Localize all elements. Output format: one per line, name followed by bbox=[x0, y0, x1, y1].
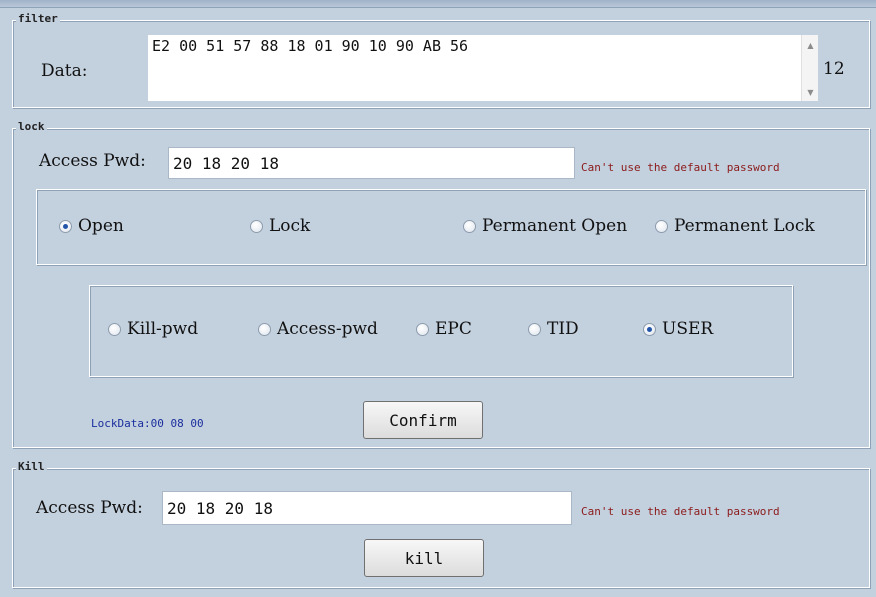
radio-access-pwd-label: Access-pwd bbox=[277, 319, 378, 339]
radio-kill-pwd[interactable]: Kill-pwd bbox=[108, 319, 198, 339]
radio-permanent-open[interactable]: Permanent Open bbox=[463, 216, 627, 236]
radio-user-dot[interactable] bbox=[643, 322, 656, 336]
kill-access-pwd-label: Access Pwd: bbox=[36, 498, 143, 518]
radio-access-pwd[interactable]: Access-pwd bbox=[258, 319, 378, 339]
lock-access-pwd-label: Access Pwd: bbox=[39, 151, 146, 171]
radio-tid-label: TID bbox=[547, 319, 579, 339]
radio-permanent-lock[interactable]: Permanent Lock bbox=[655, 216, 815, 236]
radio-access-pwd-dot[interactable] bbox=[258, 322, 271, 336]
radio-lock-dot[interactable] bbox=[250, 219, 263, 233]
radio-permanent-lock-label: Permanent Lock bbox=[674, 216, 815, 236]
radio-permanent-open-label: Permanent Open bbox=[482, 216, 628, 236]
filter-data-field[interactable]: E2 00 51 57 88 18 01 90 10 90 AB 56 bbox=[148, 35, 818, 101]
lock-access-pwd-input[interactable] bbox=[168, 147, 575, 179]
kill-button[interactable]: kill bbox=[364, 539, 484, 577]
scroll-up-icon[interactable]: ▲ bbox=[802, 37, 819, 54]
lock-group-title: lock bbox=[16, 120, 47, 133]
radio-tid-dot[interactable] bbox=[528, 322, 541, 336]
radio-epc[interactable]: EPC bbox=[416, 319, 472, 339]
radio-tid[interactable]: TID bbox=[528, 319, 579, 339]
radio-permanent-lock-dot[interactable] bbox=[655, 219, 668, 233]
lock-data-readout: LockData:00 08 00 bbox=[91, 417, 204, 430]
confirm-button[interactable]: Confirm bbox=[363, 401, 483, 439]
radio-permanent-open-dot[interactable] bbox=[463, 219, 476, 233]
radio-lock-label: Lock bbox=[269, 216, 311, 236]
kill-group: Kill Access Pwd: Can't use the default p… bbox=[12, 460, 870, 588]
window-top-strip bbox=[0, 0, 876, 8]
radio-epc-dot[interactable] bbox=[416, 322, 429, 336]
filter-count: 12 bbox=[823, 59, 845, 79]
filter-group: filter Data: E2 00 51 57 88 18 01 90 10 … bbox=[12, 12, 870, 108]
data-label: Data: bbox=[41, 61, 88, 81]
radio-user[interactable]: USER bbox=[643, 319, 713, 339]
radio-open-dot[interactable] bbox=[59, 219, 72, 233]
kill-group-title: Kill bbox=[16, 460, 47, 473]
kill-password-warning: Can't use the default password bbox=[581, 505, 780, 518]
radio-epc-label: EPC bbox=[435, 319, 472, 339]
radio-open[interactable]: Open bbox=[59, 216, 124, 236]
filter-data-value: E2 00 51 57 88 18 01 90 10 90 AB 56 bbox=[152, 37, 469, 55]
radio-kill-pwd-dot[interactable] bbox=[108, 322, 121, 336]
lock-group: lock Access Pwd: Can't use the default p… bbox=[12, 120, 870, 448]
radio-lock[interactable]: Lock bbox=[250, 216, 310, 236]
filter-data-scrollbar[interactable]: ▲ ▼ bbox=[801, 35, 818, 101]
lock-password-warning: Can't use the default password bbox=[581, 161, 780, 174]
radio-user-label: USER bbox=[662, 319, 714, 339]
radio-open-label: Open bbox=[78, 216, 124, 236]
filter-group-title: filter bbox=[16, 12, 60, 25]
scroll-down-icon[interactable]: ▼ bbox=[802, 84, 819, 101]
kill-access-pwd-input[interactable] bbox=[162, 491, 572, 525]
radio-kill-pwd-label: Kill-pwd bbox=[127, 319, 199, 339]
